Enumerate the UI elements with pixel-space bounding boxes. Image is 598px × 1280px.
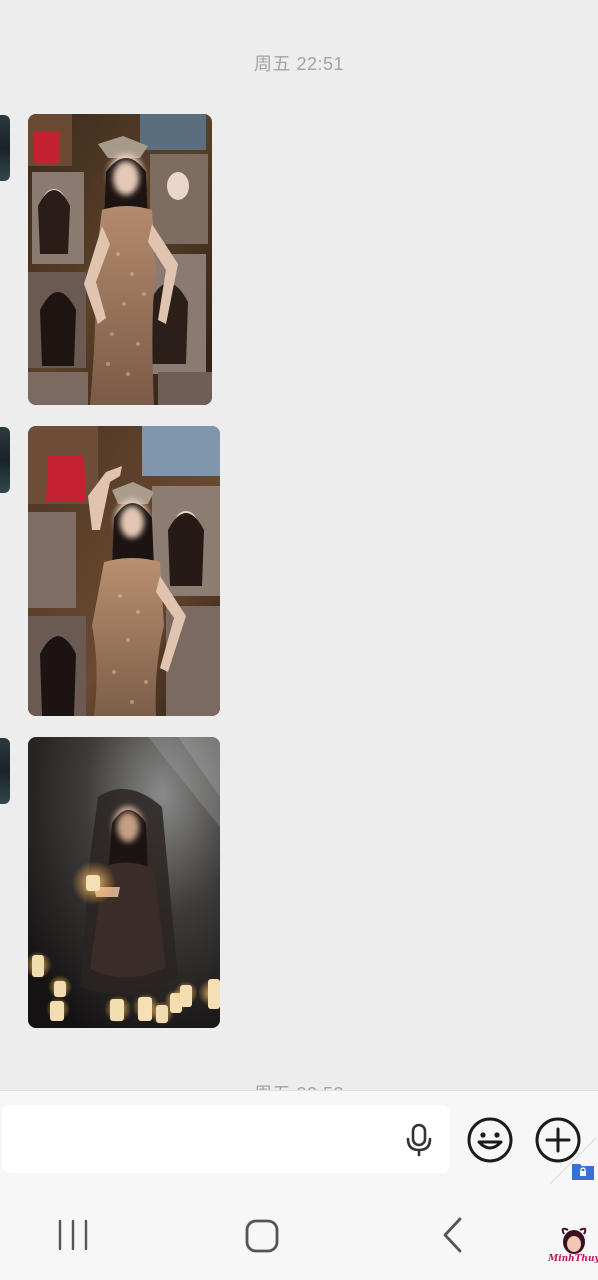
photo-candle-veil bbox=[28, 737, 220, 1028]
photo-gown-crown bbox=[28, 114, 212, 405]
message-timestamp: 周五 22:51 bbox=[253, 54, 345, 74]
message-timestamp: 周五 22:52 bbox=[0, 1080, 598, 1090]
sender-avatar[interactable] bbox=[0, 115, 10, 181]
back-chevron-icon[interactable] bbox=[440, 1216, 464, 1254]
recent-apps-icon[interactable] bbox=[56, 1218, 90, 1252]
image-message-1[interactable] bbox=[28, 114, 212, 405]
smiley-face-icon[interactable] bbox=[466, 1116, 514, 1164]
message-composer bbox=[0, 1090, 598, 1190]
system-navigation-bar: MinhThuy bbox=[0, 1190, 598, 1280]
watermark-text: MinhThuy bbox=[548, 1254, 598, 1264]
chat-message-area[interactable]: 周五 22:51 bbox=[0, 0, 598, 1090]
folder-lock-icon[interactable] bbox=[548, 1136, 598, 1186]
sender-avatar[interactable] bbox=[0, 738, 10, 804]
image-message-2[interactable] bbox=[28, 426, 220, 716]
home-icon[interactable] bbox=[244, 1218, 280, 1254]
photo-gown-pose bbox=[28, 426, 220, 716]
watermark-logo: MinhThuy bbox=[548, 1226, 598, 1276]
sender-avatar[interactable] bbox=[0, 427, 10, 493]
microphone-icon[interactable] bbox=[404, 1123, 434, 1157]
watermark-icon bbox=[561, 1227, 587, 1254]
message-input[interactable] bbox=[2, 1105, 450, 1173]
image-message-3[interactable] bbox=[28, 737, 220, 1028]
